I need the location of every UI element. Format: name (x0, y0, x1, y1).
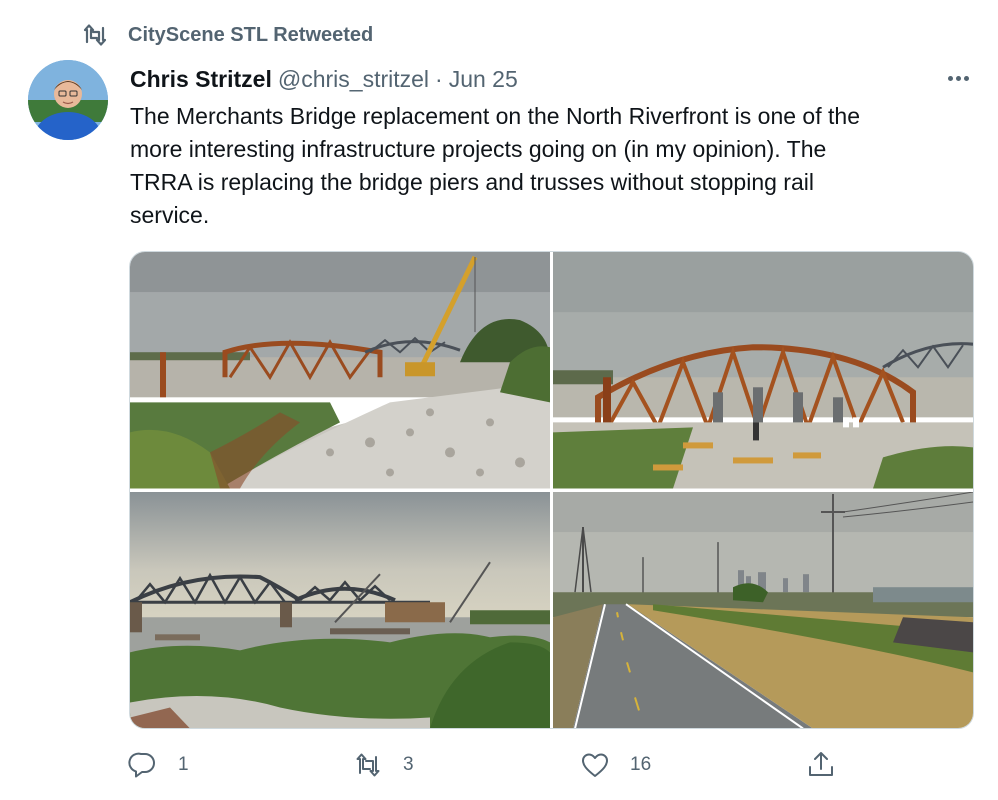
tweet-text-line: more interesting infrastructure projects… (130, 136, 827, 162)
share-button[interactable] (806, 748, 856, 782)
retweet-button[interactable]: 3 (353, 748, 414, 782)
heart-icon (582, 753, 608, 777)
tweet-text-line: TRRA is replacing the bridge piers and t… (130, 169, 814, 195)
photo-bike-path-skyline[interactable] (553, 491, 973, 728)
media-grid (129, 251, 974, 729)
tweet-header: Chris Stritzel @chris_stritzel · Jun 25 (130, 62, 518, 96)
more-horizontal-icon (947, 75, 953, 81)
tweet-date[interactable]: Jun 25 (449, 66, 518, 93)
retweet-icon (356, 753, 380, 777)
author-display-name[interactable]: Chris Stritzel (130, 66, 272, 93)
author-handle[interactable]: @chris_stritzel (278, 66, 429, 93)
more-options-button[interactable] (940, 66, 976, 90)
reply-button[interactable]: 1 (128, 748, 189, 782)
retweet-banner[interactable]: CityScene STL Retweeted (80, 20, 373, 50)
photo-rust-truss-bridge[interactable] (553, 252, 973, 489)
photo-bridge-construction-crane[interactable] (130, 252, 550, 489)
like-count: 16 (630, 754, 652, 775)
retweet-count: 3 (403, 754, 414, 775)
tweet-text-line: The Merchants Bridge replacement on the … (130, 103, 860, 129)
like-button[interactable]: 16 (580, 748, 651, 782)
reply-icon (128, 752, 155, 778)
retweet-banner-text: CityScene STL Retweeted (128, 23, 374, 46)
tweet-text-line: service. (130, 202, 210, 228)
tweet-actions: 1 3 16 (128, 748, 848, 782)
reply-count: 1 (178, 754, 189, 775)
retweet-icon (80, 20, 110, 50)
share-icon (809, 752, 833, 776)
avatar[interactable] (28, 60, 108, 140)
tweet-text: The Merchants Bridge replacement on the … (130, 100, 980, 232)
photo-bridge-over-river[interactable] (130, 491, 550, 728)
separator-dot: · (435, 65, 443, 92)
